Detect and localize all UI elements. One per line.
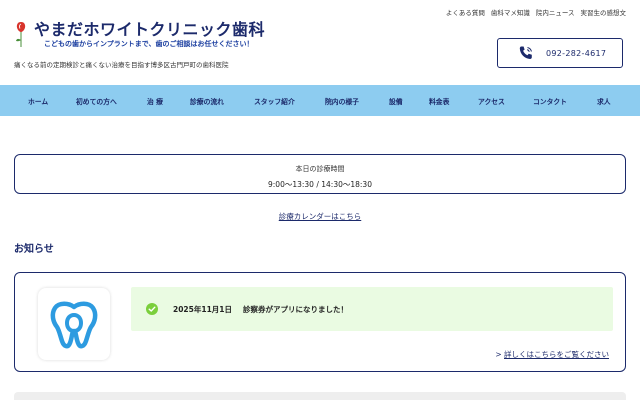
- more-details-label: 詳しくはこちらをご覧ください: [504, 350, 609, 359]
- phone-number: 092-282-4617: [546, 48, 607, 58]
- nav-pricing[interactable]: 料金表: [429, 96, 449, 106]
- nav-contact[interactable]: コンタクト: [533, 96, 567, 106]
- clinic-tagline: 痛くなる前の定期検診と痛くない治療を目指す博多区古門戸町の歯科医院: [14, 61, 229, 69]
- today-hours-box: 本日の診療時間 9:00〜13:30 / 14:30〜18:30: [14, 154, 626, 194]
- news-date: 2025年11月1日: [173, 305, 233, 314]
- nav-equipment[interactable]: 設備: [389, 96, 403, 106]
- nav-access[interactable]: アクセス: [478, 96, 505, 106]
- check-circle-icon: [146, 303, 158, 315]
- top-link-clinic-news[interactable]: 院内ニュース: [536, 7, 575, 17]
- next-section-edge: [14, 392, 626, 400]
- site-header: やまだホワイトクリニック歯科 こどもの歯からインプラントまで、歯のご相談はお任せ…: [0, 0, 640, 84]
- nav-recruit[interactable]: 求人: [597, 96, 611, 106]
- clinic-name[interactable]: やまだホワイトクリニック歯科: [34, 16, 265, 40]
- nav-clinic-interior[interactable]: 院内の様子: [325, 96, 359, 106]
- phone-icon: [519, 46, 532, 59]
- phone-button[interactable]: 092-282-4617: [497, 38, 623, 68]
- top-link-faq[interactable]: よくある質問: [446, 7, 485, 17]
- nav-treatment[interactable]: 治 療: [147, 96, 163, 106]
- tooth-flower-logo-icon[interactable]: [14, 20, 28, 48]
- news-heading: お知らせ: [14, 244, 54, 255]
- news-text: 診察券がアプリになりました！: [243, 305, 348, 314]
- nav-treatment-flow[interactable]: 診療の流れ: [190, 96, 224, 106]
- news-box: 2025年11月1日 診察券がアプリになりました！ > 詳しくはこちらをご覧くだ…: [14, 272, 626, 372]
- clinic-subtitle: こどもの歯からインプラントまで、歯のご相談はお任せください！: [44, 40, 254, 48]
- top-links: よくある質問 歯科マメ知識 院内ニュース 実習生の感想文: [446, 7, 626, 17]
- calendar-link[interactable]: 診療カレンダーはこちら: [0, 211, 640, 222]
- hours-time: 9:00〜13:30 / 14:30〜18:30: [268, 180, 372, 189]
- tooth-app-icon: [50, 301, 98, 349]
- app-icon[interactable]: [38, 288, 110, 360]
- nav-home[interactable]: ホーム: [28, 96, 48, 106]
- hours-title: 本日の診療時間: [295, 165, 345, 173]
- nav-first-visit[interactable]: 初めての方へ: [76, 96, 117, 106]
- top-link-dental-tips[interactable]: 歯科マメ知識: [491, 7, 530, 17]
- top-link-intern-reports[interactable]: 実習生の感想文: [581, 7, 627, 17]
- chevron-right-icon: >: [495, 350, 502, 359]
- main-nav: ホーム 初めての方へ 治 療 診療の流れ スタッフ紹介 院内の様子 設備 料金表…: [0, 85, 640, 116]
- news-item[interactable]: 2025年11月1日 診察券がアプリになりました！: [131, 287, 613, 331]
- nav-staff[interactable]: スタッフ紹介: [254, 96, 295, 106]
- more-details-link[interactable]: > 詳しくはこちらをご覧ください: [495, 349, 609, 360]
